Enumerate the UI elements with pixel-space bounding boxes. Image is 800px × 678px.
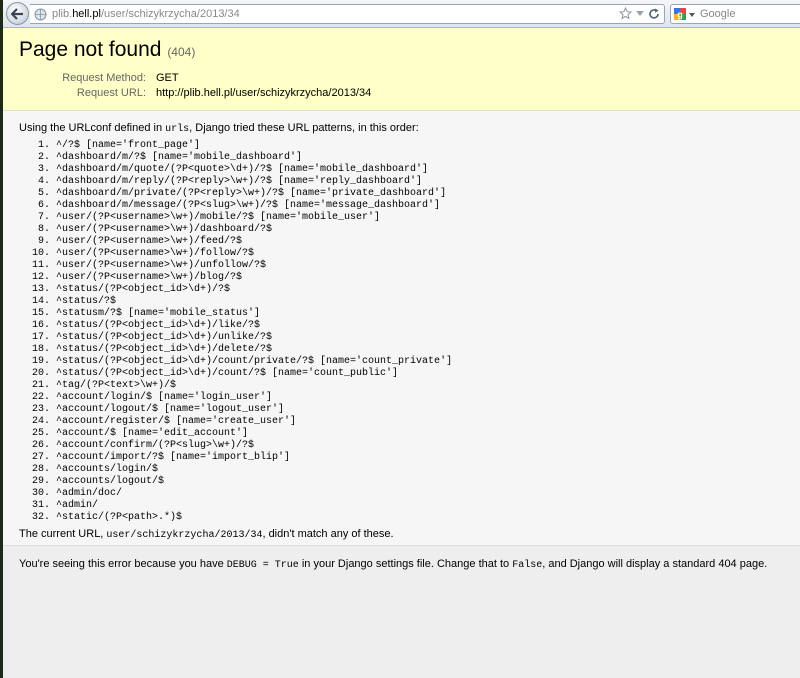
url-pattern-list: ^/?$ [name='front_page'] ^dashboard/m/?$… bbox=[19, 140, 452, 524]
url-pattern-item: ^user/(?P<username>\w+)/blog/?$ bbox=[56, 272, 452, 284]
url-pattern-item: ^statusm/?$ [name='mobile_status'] bbox=[56, 308, 452, 320]
url-pattern-item: ^account/login/$ [name='login_user'] bbox=[56, 392, 452, 404]
url-pattern-item: ^/?$ [name='front_page'] bbox=[56, 140, 452, 152]
url-pattern-item: ^user/(?P<username>\w+)/mobile/?$ [name=… bbox=[56, 212, 452, 224]
url-patterns-section: Using the URLconf defined in urls, Djang… bbox=[3, 111, 800, 546]
bookmark-star-icon[interactable] bbox=[619, 7, 632, 20]
url-pattern-item: ^user/(?P<username>\w+)/follow/?$ bbox=[56, 248, 452, 260]
url-pattern-item: ^tag/(?P<text>\w+)/$ bbox=[56, 380, 452, 392]
globe-icon bbox=[34, 8, 47, 21]
url-pattern-item: ^admin/doc/ bbox=[56, 488, 452, 500]
debug-setting-code: DEBUG = True bbox=[226, 560, 299, 571]
url-pattern-item: ^status/(?P<object_id>\d+)/count/private… bbox=[56, 356, 452, 368]
request-meta-table: Request Method: GET Request URL: http://… bbox=[19, 72, 371, 102]
url-domain: hell.pl bbox=[72, 8, 101, 20]
url-pattern-item: ^status/(?P<object_id>\d+)/count/?$ [nam… bbox=[56, 368, 452, 380]
search-bar[interactable]: g Google bbox=[670, 4, 800, 24]
url-pattern-item: ^dashboard/m/message/(?P<slug>\w+)/?$ [n… bbox=[56, 200, 452, 212]
explanation-text: You're seeing this error because you hav… bbox=[19, 558, 767, 571]
current-url-text: The current URL, user/schizykrzycha/2013… bbox=[19, 528, 394, 541]
url-pattern-item: ^account/confirm/(?P<slug>\w+)/?$ bbox=[56, 440, 452, 452]
page-title: Page not found (404) bbox=[19, 38, 195, 62]
url-path: /user/schizykrzycha/2013/34 bbox=[100, 8, 240, 20]
search-placeholder: Google bbox=[700, 8, 736, 20]
svg-text:g: g bbox=[677, 10, 683, 20]
request-method-row: Request Method: GET bbox=[19, 72, 371, 87]
request-method-value: GET bbox=[156, 72, 179, 84]
url-pattern-item: ^account/register/$ [name='create_user'] bbox=[56, 416, 452, 428]
url-pattern-item: ^accounts/login/$ bbox=[56, 464, 452, 476]
url-pattern-item: ^account/logout/$ [name='logout_user'] bbox=[56, 404, 452, 416]
current-url-code: user/schizykrzycha/2013/34 bbox=[106, 530, 263, 541]
status-code: (404) bbox=[167, 45, 196, 59]
back-button[interactable] bbox=[6, 2, 29, 25]
url-pattern-item: ^status/(?P<object_id>\d+)/like/?$ bbox=[56, 320, 452, 332]
url-pattern-item: ^accounts/logout/$ bbox=[56, 476, 452, 488]
request-url-row: Request URL: http://plib.hell.pl/user/sc… bbox=[19, 87, 371, 102]
url-pattern-item: ^status/(?P<object_id>\d+)/delete/?$ bbox=[56, 344, 452, 356]
url-pattern-item: ^dashboard/m/reply/(?P<reply>\w+)/?$ [na… bbox=[56, 176, 452, 188]
title-text: Page not found bbox=[19, 38, 162, 61]
search-engine-dropdown-icon[interactable] bbox=[689, 13, 695, 17]
url-pattern-item: ^account/import/?$ [name='import_blip'] bbox=[56, 452, 452, 464]
intro-text: Using the URLconf defined in urls, Djang… bbox=[19, 122, 419, 135]
current-after: , didn't match any of these. bbox=[262, 528, 394, 540]
debug-explanation: You're seeing this error because you hav… bbox=[3, 546, 800, 678]
intro-before: Using the URLconf defined in bbox=[19, 122, 166, 134]
expl-part-3: , and Django will display a standard 404… bbox=[542, 558, 768, 570]
url-prefix: plib. bbox=[52, 8, 73, 20]
error-summary: Page not found (404) Request Method: GET… bbox=[3, 28, 800, 111]
false-code: False bbox=[512, 560, 543, 571]
url-pattern-item: ^static/(?P<path>.*)$ bbox=[56, 512, 452, 524]
history-dropdown-icon[interactable] bbox=[636, 10, 644, 17]
url-pattern-item: ^dashboard/m/private/(?P<reply>\w+)/?$ [… bbox=[56, 188, 452, 200]
url-pattern-item: ^user/(?P<username>\w+)/unfollow/?$ bbox=[56, 260, 452, 272]
expl-part-2: in your Django settings file. Change tha… bbox=[298, 558, 513, 570]
expl-part-1: You're seeing this error because you hav… bbox=[19, 558, 227, 570]
url-pattern-item: ^user/(?P<username>\w+)/dashboard/?$ bbox=[56, 224, 452, 236]
url-pattern-item: ^dashboard/m/?$ [name='mobile_dashboard'… bbox=[56, 152, 452, 164]
intro-after: , Django tried these URL patterns, in th… bbox=[189, 122, 419, 134]
request-url-value: http://plib.hell.pl/user/schizykrzycha/2… bbox=[156, 87, 372, 99]
url-pattern-item: ^admin/ bbox=[56, 500, 452, 512]
intro-code: urls bbox=[165, 124, 190, 135]
url-pattern-item: ^status/(?P<object_id>\d+)/?$ bbox=[56, 284, 452, 296]
url-pattern-item: ^account/$ [name='edit_account'] bbox=[56, 428, 452, 440]
request-url-label: Request URL: bbox=[76, 87, 146, 99]
address-text: plib.hell.pl/user/schizykrzycha/2013/34 bbox=[52, 8, 240, 20]
current-before: The current URL, bbox=[19, 528, 107, 540]
browser-toolbar: plib.hell.pl/user/schizykrzycha/2013/34 … bbox=[3, 0, 800, 28]
url-pattern-item: ^status/(?P<object_id>\d+)/unlike/?$ bbox=[56, 332, 452, 344]
reload-icon[interactable] bbox=[648, 8, 660, 20]
url-pattern-item: ^dashboard/m/quote/(?P<quote>\d+)/?$ [na… bbox=[56, 164, 452, 176]
google-icon: g bbox=[674, 8, 686, 20]
back-arrow-icon bbox=[11, 7, 23, 20]
url-pattern-item: ^status/?$ bbox=[56, 296, 452, 308]
address-bar[interactable]: plib.hell.pl/user/schizykrzycha/2013/34 bbox=[30, 4, 665, 24]
request-method-label: Request Method: bbox=[62, 72, 146, 84]
url-pattern-item: ^user/(?P<username>\w+)/feed/?$ bbox=[56, 236, 452, 248]
